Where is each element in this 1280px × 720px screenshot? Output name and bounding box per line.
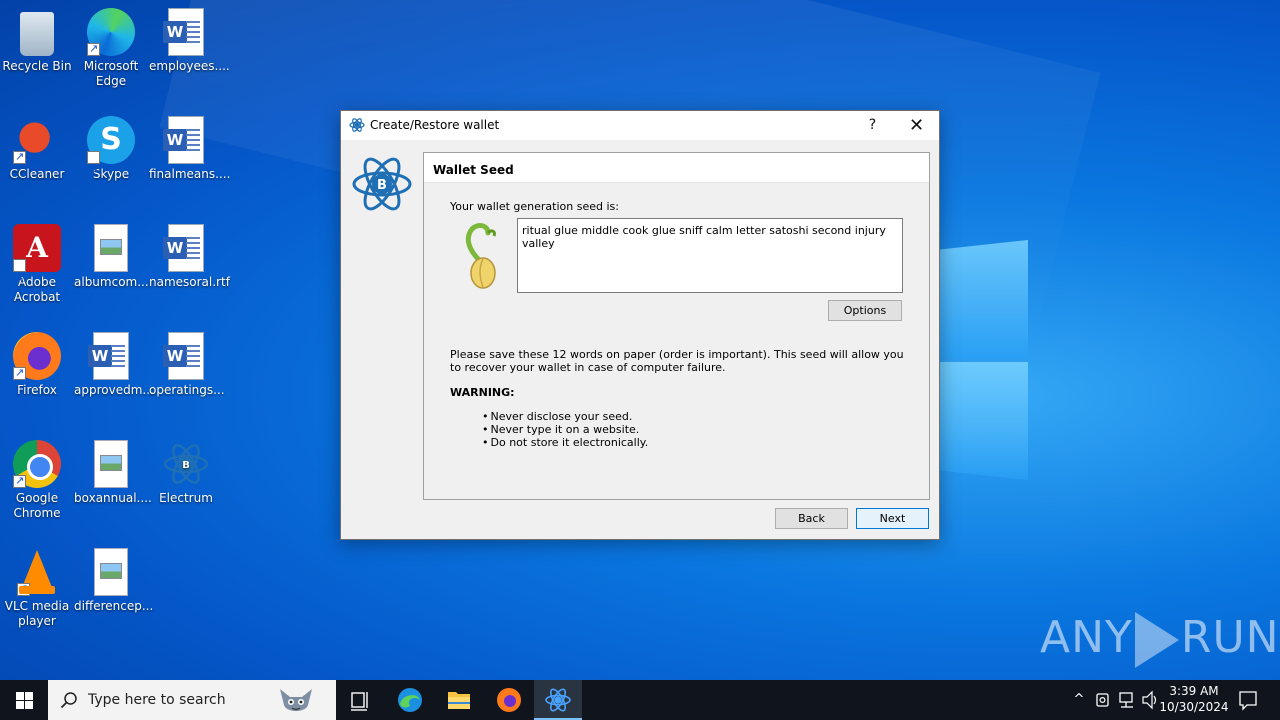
search-icon [60,692,77,709]
seed-label: Your wallet generation seed is: [450,200,619,213]
desktop-icon-operatings-doc[interactable]: W operatings... [149,332,225,398]
dialog-titlebar[interactable]: Create/Restore wallet ? ✕ [341,111,939,140]
close-button[interactable]: ✕ [894,111,939,140]
word-document-icon: W [163,332,204,380]
desktop-icon-recycle-bin[interactable]: Recycle Bin [0,8,74,74]
image-file-icon [94,548,128,596]
firefox-icon [497,688,521,712]
create-restore-wallet-dialog: Create/Restore wallet ? ✕ B Wallet Seed … [340,110,940,540]
options-button[interactable]: Options [828,300,902,321]
save-seed-instructions: Please save these 12 words on paper (ord… [450,348,904,374]
warning-item: Never disclose your seed. [482,410,648,423]
edge-icon [398,688,422,712]
desktop-icon-google-chrome[interactable]: Google Chrome [0,440,74,521]
recycle-bin-icon [20,12,54,56]
chrome-icon [13,440,61,488]
taskbar-electrum[interactable] [534,680,582,720]
desktop-icon-vlc[interactable]: VLC media player [0,548,74,629]
image-file-icon [94,440,128,488]
desktop-icon-albumcom-image[interactable]: albumcom... [74,224,149,290]
edge-icon [87,8,135,56]
play-icon [1134,612,1179,668]
word-document-icon: W [163,8,204,56]
seed-sprout-icon [465,223,496,289]
taskbar-search-box[interactable]: Type here to search [48,680,336,720]
electrum-icon: B [162,440,210,488]
desktop-icon-skype[interactable]: S Skype [74,116,148,197]
electrum-icon [349,118,365,132]
folder-icon [448,692,470,709]
desktop-icon-electrum[interactable]: B Electrum [149,440,223,506]
wallet-seed-panel: Wallet Seed Your wallet generation seed … [423,152,930,500]
svg-text:B: B [377,178,387,193]
desktop-icon-differencep-image[interactable]: differencep... [74,548,153,614]
vlc-cone-icon [17,548,57,596]
warning-list: Never disclose your seed. Never type it … [482,410,649,449]
task-view-button[interactable] [336,680,384,720]
taskbar-firefox[interactable] [485,680,533,720]
desktop-icon-microsoft-edge[interactable]: Microsoft Edge [74,8,148,89]
taskbar-edge[interactable] [386,680,434,720]
next-button[interactable]: Next [856,508,929,529]
windows-logo-icon [16,692,24,700]
tray-overflow-chevron-icon[interactable]: ^ [1068,680,1090,720]
desktop-icon-finalmeans-doc[interactable]: W finalmeans.... [149,116,230,182]
word-document-icon: W [163,116,204,164]
desktop-icon-boxannual-image[interactable]: boxannual.... [74,440,152,506]
svg-text:B: B [182,460,190,471]
clock-date: 10/30/2024 [1159,700,1229,714]
notifications-icon[interactable] [1236,680,1260,720]
seed-text-area[interactable]: ritual glue middle cook glue sniff calm … [517,218,903,293]
volume-icon[interactable] [1140,680,1160,720]
search-placeholder: Type here to search [88,692,226,708]
help-button[interactable]: ? [850,111,895,140]
desktop-icon-namesoral-rtf[interactable]: W namesoral.rtf [149,224,230,290]
back-button[interactable]: Back [775,508,848,529]
camera-tray-icon[interactable] [1094,680,1112,720]
warning-item: Do not store it electronically. [482,436,649,449]
word-document-icon: W [88,332,129,380]
clock-time: 3:39 AM [1169,684,1219,698]
dialog-title: Create/Restore wallet [370,118,500,132]
desktop-icon-firefox[interactable]: Firefox [0,332,74,398]
search-highlight-mascot-icon [280,689,312,711]
electrum-icon [545,688,571,712]
acrobat-icon: A [13,224,61,305]
task-view-icon [351,692,368,711]
warning-label: WARNING: [450,386,515,399]
desktop-icon-ccleaner[interactable]: CCleaner [0,116,74,182]
taskbar-clock[interactable]: 3:39 AM 10/30/2024 [1158,683,1230,715]
network-icon[interactable] [1117,680,1137,720]
panel-title: Wallet Seed [433,163,514,177]
firefox-icon [13,332,61,380]
desktop-icon-employees-doc[interactable]: W employees.... [149,8,230,74]
panel-header: Wallet Seed [424,153,929,183]
taskbar: Type here to search ^ 3:39 AM 10/30/2024 [0,680,1280,720]
desktop-icon-adobe-acrobat[interactable]: A Adobe Acrobat [0,224,74,305]
word-document-icon: W [163,224,204,272]
taskbar-file-explorer[interactable] [435,680,483,720]
desktop-icon-approvedm-doc[interactable]: W approvedm... [74,332,154,398]
ccleaner-icon [13,116,61,164]
skype-icon: S [87,116,135,197]
image-file-icon [94,224,128,272]
electrum-logo-icon: B [352,157,412,211]
wallpaper-windows-logo [940,240,1030,480]
start-button[interactable] [0,680,48,720]
warning-item: Never type it on a website. [482,423,648,436]
anyrun-watermark: ANY RUN [1040,612,1280,668]
